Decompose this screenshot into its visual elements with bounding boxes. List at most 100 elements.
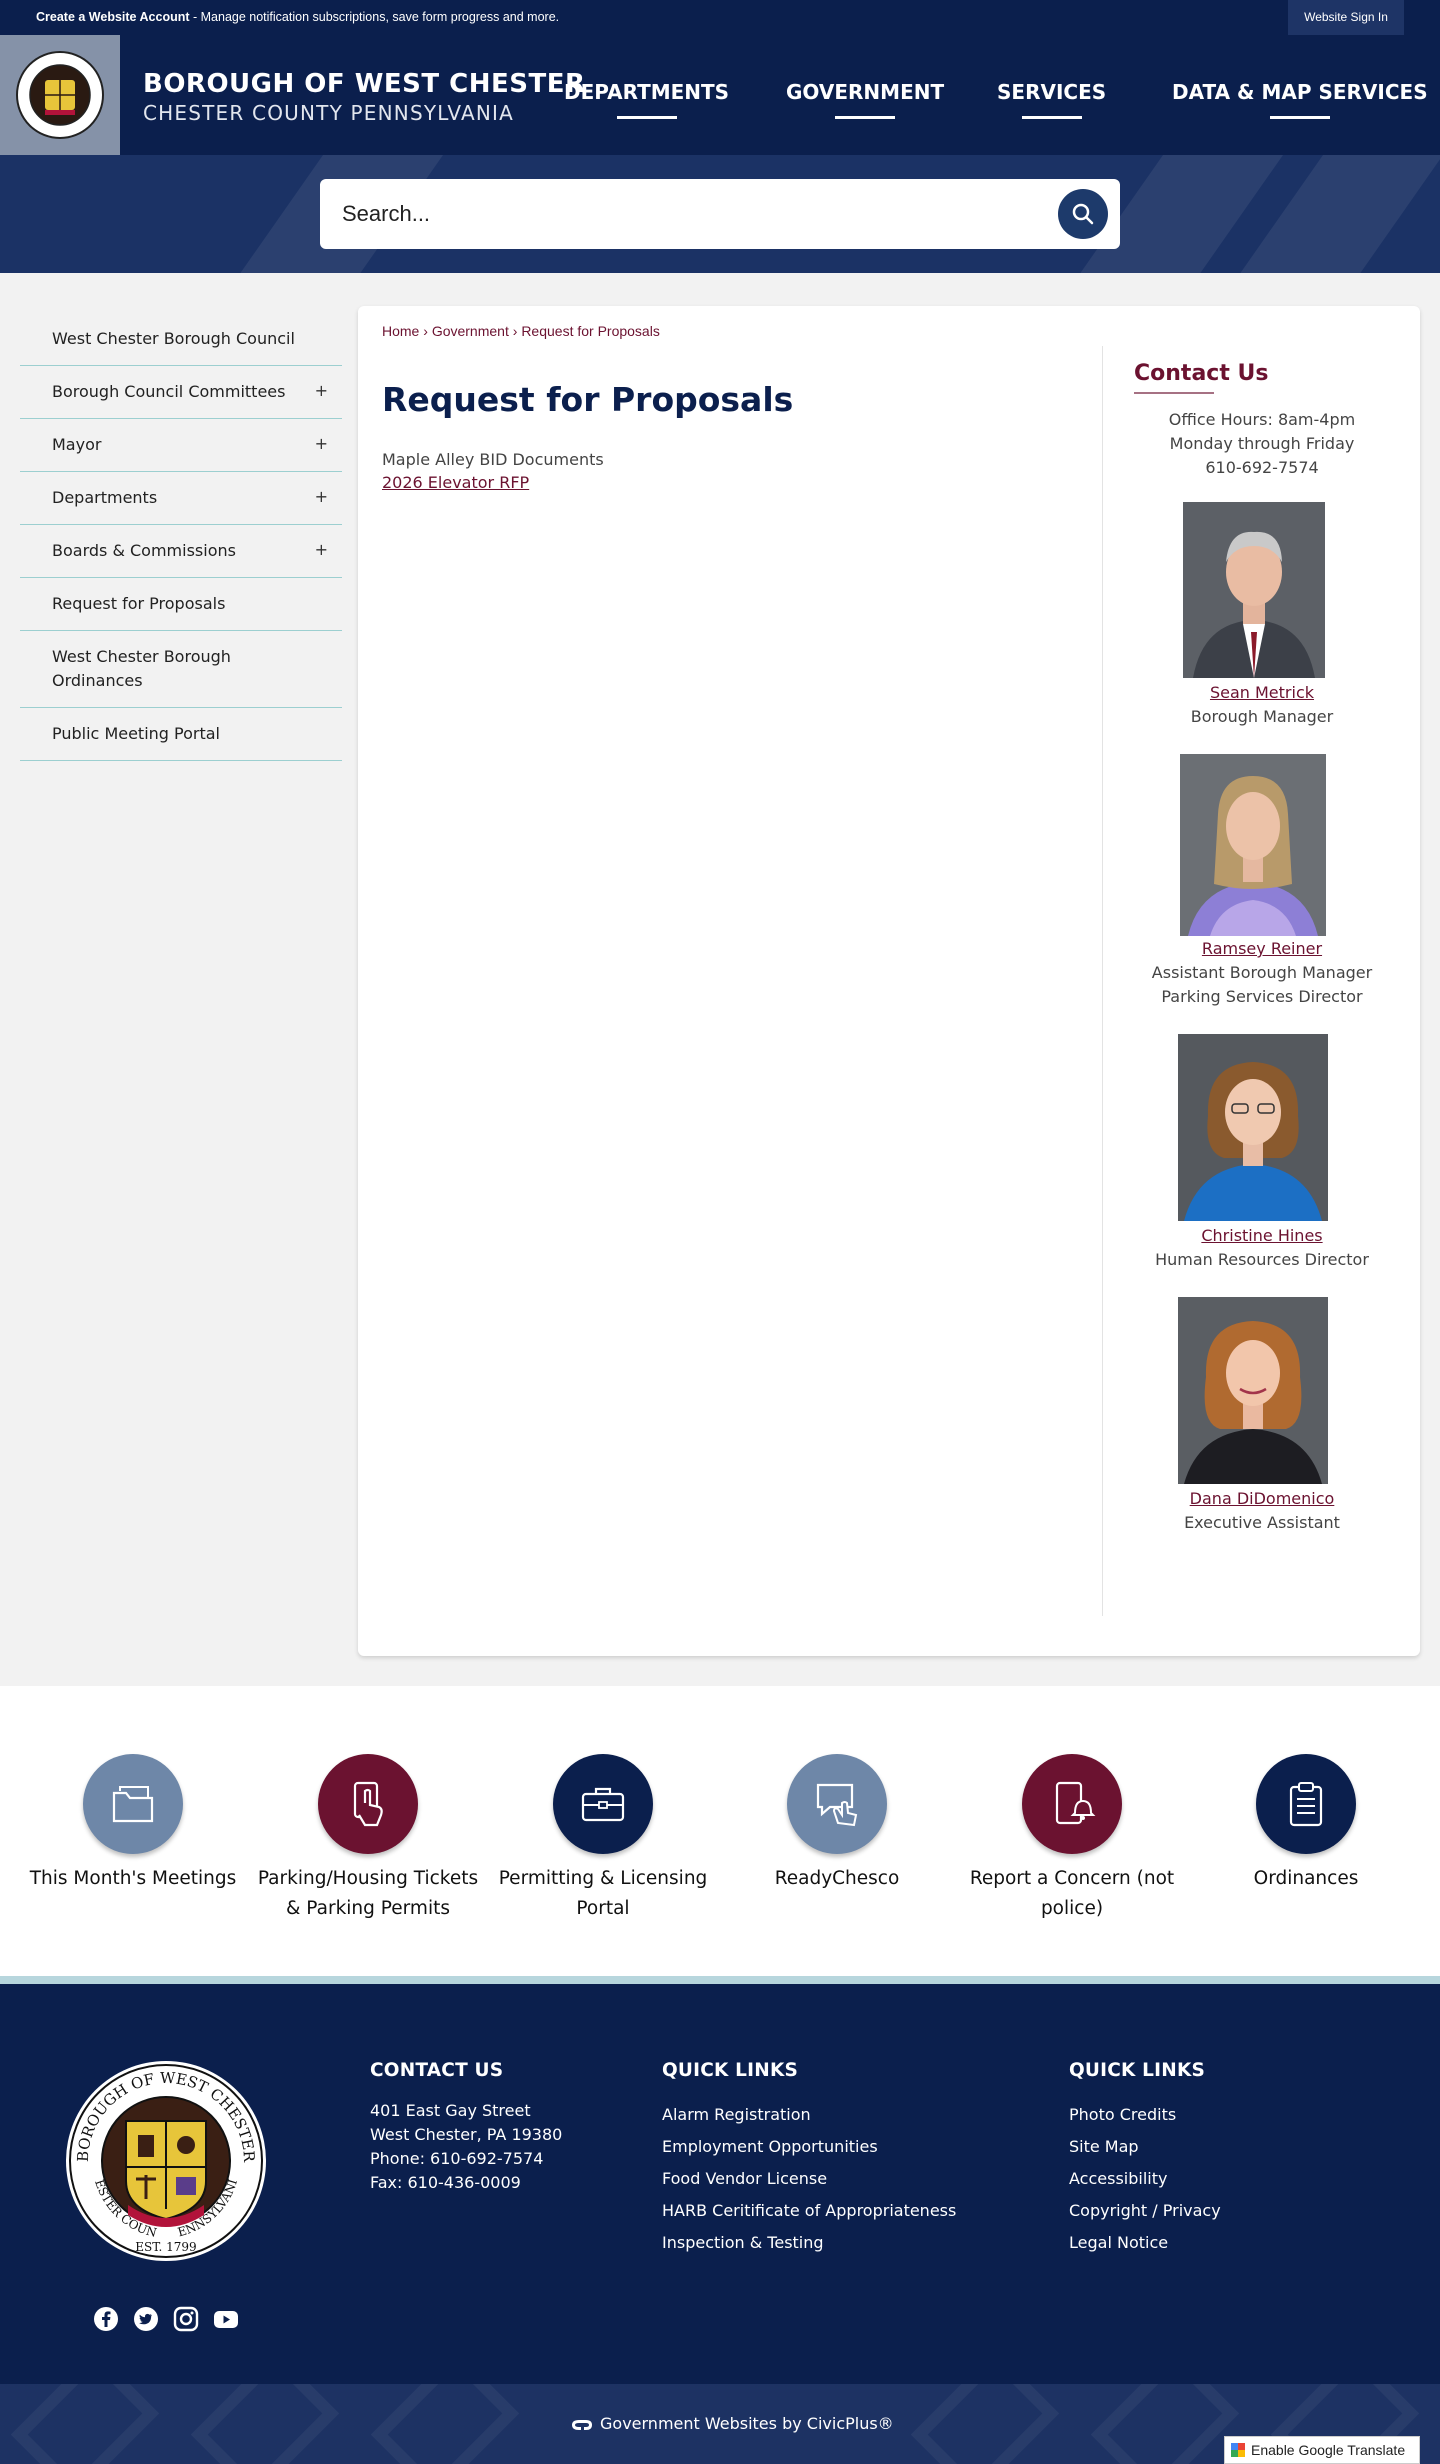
sidebar-item-council-committees[interactable]: Borough Council Committees +: [20, 366, 342, 419]
column-divider: [1102, 346, 1103, 1616]
tile-circle: [553, 1754, 653, 1854]
footer-link-harb-certificate[interactable]: HARB Ceritificate of Appropriateness: [662, 2195, 956, 2227]
breadcrumb-current[interactable]: Request for Proposals: [521, 323, 660, 339]
footer-link-site-map[interactable]: Site Map: [1069, 2131, 1221, 2163]
sidebar-item-label: Departments: [52, 488, 158, 507]
staff-card-sean-metrick: Sean Metrick Borough Manager: [1118, 681, 1406, 729]
expand-icon[interactable]: +: [315, 432, 328, 456]
search-box: [320, 179, 1120, 249]
tile-readychesco[interactable]: ReadyChesco: [722, 1754, 952, 1894]
footer-link-food-vendor[interactable]: Food Vendor License: [662, 2163, 956, 2195]
search-input[interactable]: [342, 197, 1042, 231]
search-button[interactable]: [1058, 189, 1108, 239]
borough-seal-icon: [16, 51, 104, 139]
sidebar-item-ordinances[interactable]: West Chester Borough Ordinances: [20, 631, 342, 708]
staff-name-link[interactable]: Christine Hines: [1201, 1226, 1322, 1245]
staff-name-link[interactable]: Ramsey Reiner: [1202, 939, 1322, 958]
breadcrumb-home[interactable]: Home: [382, 323, 419, 339]
sidebar-item-mayor[interactable]: Mayor +: [20, 419, 342, 472]
nav-data-map-services[interactable]: DATA & MAP SERVICES: [1172, 80, 1428, 119]
breadcrumb-separator: ›: [423, 323, 428, 339]
footer-address-line1: 401 East Gay Street: [370, 2101, 531, 2120]
nav-government[interactable]: GOVERNMENT: [786, 80, 944, 119]
google-translate-button[interactable]: Enable Google Translate: [1224, 2436, 1420, 2464]
phone-tap-icon: [353, 1781, 383, 1827]
sidebar-item-boards-commissions[interactable]: Boards & Commissions +: [20, 525, 342, 578]
create-account-link[interactable]: Create a Website Account: [36, 10, 190, 24]
main-content-card: Home › Government › Request for Proposal…: [358, 306, 1420, 1656]
tile-circle: [83, 1754, 183, 1854]
search-band: [0, 155, 1440, 273]
staff-card-dana-didomenico: Dana DiDomenico Executive Assistant: [1118, 1487, 1406, 1535]
staff-photo-christine-hines: [1178, 1034, 1328, 1221]
briefcase-icon: [581, 1787, 625, 1822]
utility-bar: Create a Website Account - Manage notifi…: [0, 0, 1440, 35]
staff-photo-ramsey-reiner: [1180, 754, 1326, 936]
clipboard-icon: [1289, 1782, 1323, 1827]
chat-tap-icon: [816, 1783, 858, 1827]
twitter-icon[interactable]: [133, 2306, 159, 2332]
sidebar-item-public-meeting-portal[interactable]: Public Meeting Portal: [20, 708, 342, 761]
expand-icon[interactable]: +: [315, 538, 328, 562]
sidebar-item-label: Public Meeting Portal: [52, 724, 220, 743]
breadcrumb-government[interactable]: Government: [432, 323, 509, 339]
civicplus-credit[interactable]: Government Websites by CivicPlus®: [570, 2414, 894, 2433]
facebook-icon[interactable]: [93, 2306, 119, 2332]
header-logo[interactable]: [0, 35, 120, 155]
elevator-rfp-link[interactable]: 2026 Elevator RFP: [382, 473, 529, 492]
phone-bell-icon: [1055, 1781, 1096, 1825]
pattern-shape: [1090, 2384, 1240, 2464]
youtube-icon[interactable]: [213, 2306, 239, 2332]
footer-link-photo-credits[interactable]: Photo Credits: [1069, 2099, 1221, 2131]
nav-services[interactable]: SERVICES: [997, 80, 1106, 119]
tile-permitting-licensing[interactable]: Permitting & Licensing Portal: [488, 1754, 718, 1924]
footer-link-employment[interactable]: Employment Opportunities: [662, 2131, 956, 2163]
pattern-shape: [10, 2384, 160, 2464]
footer-link-alarm-registration[interactable]: Alarm Registration: [662, 2099, 956, 2131]
document-text: Maple Alley BID Documents: [382, 450, 604, 469]
staff-name-link[interactable]: Dana DiDomenico: [1190, 1489, 1335, 1508]
staff-photo-sean-metrick: [1183, 502, 1325, 678]
search-icon: [1072, 203, 1094, 225]
sidebar-nav: West Chester Borough Council Borough Cou…: [20, 313, 342, 761]
site-footer: BOROUGH OF WEST CHESTER CHESTER COUNTY P…: [0, 1984, 1440, 2384]
site-title[interactable]: BOROUGH OF WEST CHESTER: [143, 69, 586, 99]
breadcrumb: Home › Government › Request for Proposal…: [382, 323, 660, 339]
staff-role: Borough Manager: [1190, 707, 1334, 726]
quick-tiles-band: This Month's Meetings Parking/Housing Ti…: [0, 1686, 1440, 1976]
sidebar-item-departments[interactable]: Departments +: [20, 472, 342, 525]
expand-icon[interactable]: +: [315, 485, 328, 509]
sign-in-button[interactable]: Website Sign In: [1288, 0, 1404, 35]
footer-quick-links-heading: QUICK LINKS: [662, 2060, 798, 2081]
site-header: BOROUGH OF WEST CHESTER CHESTER COUNTY P…: [0, 35, 1440, 155]
sidebar-item-label: Boards & Commissions: [52, 541, 236, 560]
sidebar-item-label: West Chester Borough Ordinances: [52, 647, 231, 690]
account-message: Create a Website Account - Manage notifi…: [36, 10, 559, 24]
staff-role: Executive Assistant: [1184, 1513, 1340, 1532]
nav-departments[interactable]: DEPARTMENTS: [564, 80, 729, 119]
tile-ordinances[interactable]: Ordinances: [1191, 1754, 1421, 1894]
tile-monthly-meetings[interactable]: This Month's Meetings: [18, 1754, 248, 1894]
folder-icon: [112, 1786, 154, 1823]
tile-report-concern[interactable]: Report a Concern (not police): [957, 1754, 1187, 1924]
pattern-shape: [910, 2384, 1060, 2464]
office-phone-line: 610-692-7574: [1205, 458, 1319, 477]
footer-seal[interactable]: BOROUGH OF WEST CHESTER CHESTER COUNTY P…: [59, 2048, 268, 2267]
seal-est-text: EST. 1799: [135, 2240, 196, 2254]
footer-contact-heading: CONTACT US: [370, 2060, 504, 2081]
pattern-shape: [370, 2384, 520, 2464]
footer-link-copyright-privacy[interactable]: Copyright / Privacy: [1069, 2195, 1221, 2227]
footer-link-inspection-testing[interactable]: Inspection & Testing: [662, 2227, 956, 2259]
sidebar-item-borough-council[interactable]: West Chester Borough Council: [20, 313, 342, 366]
tile-parking-tickets[interactable]: Parking/Housing Tickets & Parking Permit…: [253, 1754, 483, 1924]
expand-icon[interactable]: +: [315, 379, 328, 403]
staff-name-link[interactable]: Sean Metrick: [1210, 683, 1314, 702]
sidebar-item-request-for-proposals[interactable]: Request for Proposals: [20, 578, 342, 631]
civicplus-text: Government Websites by CivicPlus®: [600, 2414, 894, 2433]
tile-circle: [787, 1754, 887, 1854]
office-hours-line: Office Hours: 8am-4pm: [1168, 410, 1356, 429]
footer-link-legal-notice[interactable]: Legal Notice: [1069, 2227, 1221, 2259]
footer-link-accessibility[interactable]: Accessibility: [1069, 2163, 1221, 2195]
instagram-icon[interactable]: [173, 2306, 199, 2332]
pattern-shape: [190, 2384, 340, 2464]
